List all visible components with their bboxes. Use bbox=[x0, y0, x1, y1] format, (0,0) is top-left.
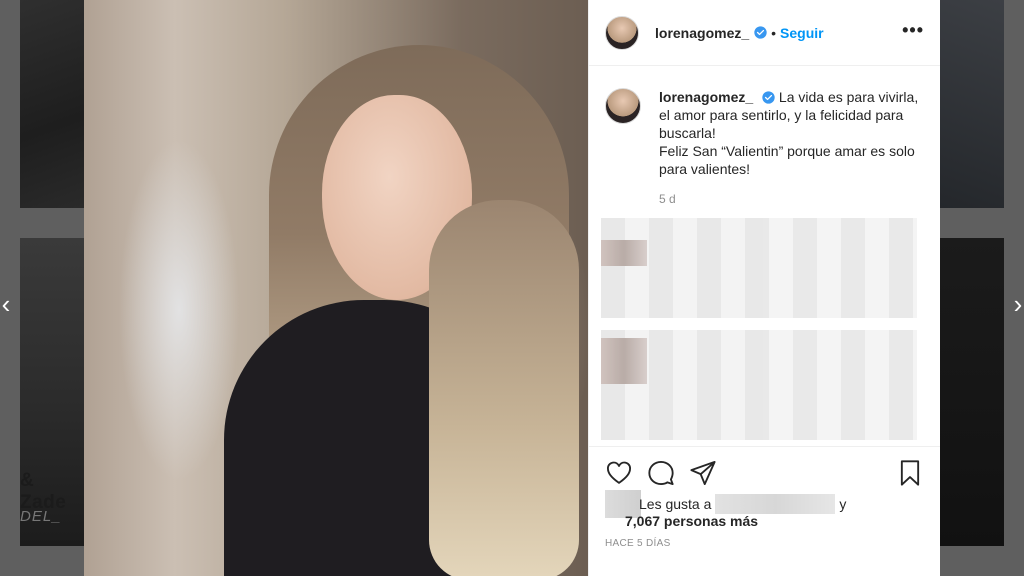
paper-plane-icon bbox=[690, 460, 716, 486]
comment-icon bbox=[648, 460, 674, 486]
caption-body: lorenagomez_ La vida es para vivirla, el… bbox=[659, 88, 924, 208]
posted-time: HACE 5 DÍAS bbox=[605, 538, 671, 549]
post-header: lorenagomez_ • Seguir ••• bbox=[589, 0, 940, 66]
verified-badge-icon bbox=[762, 91, 775, 104]
verified-badge-icon bbox=[754, 26, 767, 39]
blurred-username bbox=[715, 494, 836, 514]
post-sidebar: lorenagomez_ • Seguir ••• lorenagomez_ L… bbox=[588, 0, 940, 576]
likes-prefix: Les gusta a bbox=[639, 496, 712, 512]
caption-time: 5 d bbox=[659, 192, 676, 206]
likes-suffix: y bbox=[839, 496, 847, 512]
separator-dot: • bbox=[771, 24, 777, 41]
likes-count[interactable]: 7,067 personas más bbox=[625, 512, 758, 530]
caption-username[interactable]: lorenagomez_ bbox=[659, 89, 753, 105]
photo-hair-front bbox=[429, 200, 579, 576]
comment-button[interactable] bbox=[647, 459, 675, 487]
bookmark-icon bbox=[900, 460, 920, 486]
save-button[interactable] bbox=[896, 459, 924, 487]
background-thumbnail: & Zade DEL_ bbox=[20, 238, 84, 546]
follow-button[interactable]: Seguir bbox=[780, 25, 824, 41]
thumbnail-subtext: DEL_ bbox=[20, 508, 62, 525]
post-photo[interactable] bbox=[84, 0, 588, 576]
background-thumbnail bbox=[940, 0, 1004, 208]
background-thumbnail bbox=[940, 238, 1004, 546]
more-options-icon[interactable]: ••• bbox=[902, 20, 924, 41]
avatar[interactable] bbox=[605, 88, 641, 124]
likes-text: Les gusta a y bbox=[639, 494, 846, 514]
heart-icon bbox=[606, 461, 632, 484]
blurred-comment bbox=[601, 330, 917, 440]
like-button[interactable] bbox=[605, 459, 633, 487]
share-button[interactable] bbox=[689, 459, 717, 487]
blurred-avatar bbox=[601, 338, 647, 384]
chevron-left-icon: ‹ bbox=[1, 289, 11, 319]
caption-text-line2: Feliz San “Valientin” porque amar es sol… bbox=[659, 143, 915, 177]
header-username[interactable]: lorenagomez_ bbox=[655, 25, 749, 41]
post-actions bbox=[589, 446, 940, 496]
avatar[interactable] bbox=[605, 15, 639, 50]
previous-post-button[interactable]: ‹ bbox=[0, 290, 12, 318]
background-thumbnail bbox=[20, 0, 84, 208]
post-modal: lorenagomez_ • Seguir ••• lorenagomez_ L… bbox=[84, 0, 940, 576]
blurred-avatar bbox=[601, 240, 647, 266]
post-caption: lorenagomez_ La vida es para vivirla, el… bbox=[589, 66, 940, 208]
chevron-right-icon: › bbox=[1013, 289, 1023, 319]
next-post-button[interactable]: › bbox=[1012, 290, 1024, 318]
blurred-comment bbox=[601, 218, 917, 318]
